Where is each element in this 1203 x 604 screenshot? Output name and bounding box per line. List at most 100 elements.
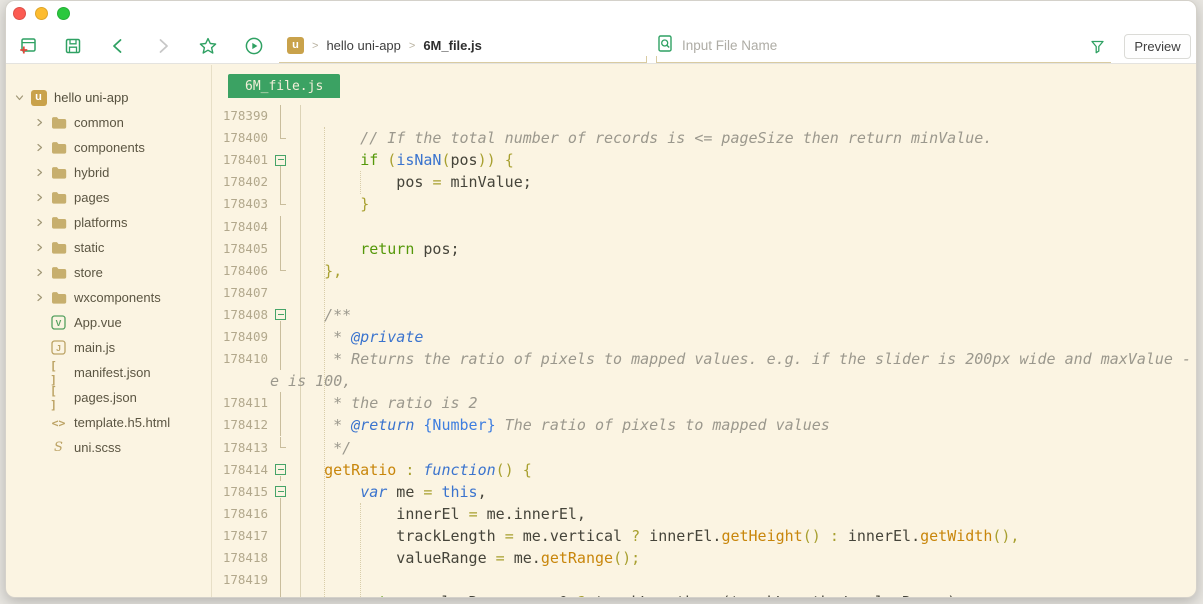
code-token [514,461,523,479]
code-token: valueRange [306,549,496,567]
code-token: innerEl [306,505,469,523]
breadcrumb-separator: > [409,40,415,52]
chevron-right-icon[interactable] [34,243,45,252]
tree-item-store[interactable]: store [6,260,211,285]
new-file-icon[interactable] [18,36,38,56]
chevron-right-icon[interactable] [34,218,45,227]
code-line[interactable]: 178418 valueRange = me.getRange(); [212,547,1196,569]
code-text: valueRange = me.getRange(); [306,547,640,569]
breadcrumb-project[interactable]: hello uni-app [326,38,400,53]
code-token: ( [441,151,450,169]
traffic-lights [13,7,70,20]
code-text: innerEl = me.innerEl, [306,503,586,525]
code-line[interactable]: 178420 return valueRange === 0 ? trackLe… [212,591,1196,597]
chevron-down-icon[interactable] [14,93,25,102]
code-line[interactable]: 178416 innerEl = me.innerEl, [212,503,1196,525]
code-line-wrap[interactable]: e is 100, [212,370,1196,392]
code-token: ( [387,151,396,169]
tree-item-platforms[interactable]: platforms [6,210,211,235]
tree-item-pages-json[interactable]: [ ]pages.json [6,385,211,410]
fold-toggle-icon[interactable] [275,486,286,497]
uniapp-logo-icon[interactable]: u [287,37,304,54]
code-token: { [505,151,514,169]
code-line[interactable]: 178400 // If the total number of records… [212,127,1196,149]
tree-item-hybrid[interactable]: hybrid [6,160,211,185]
code-line[interactable]: 178401 if (isNaN(pos)) { [212,149,1196,171]
code-line[interactable]: 178404 [212,216,1196,238]
tree-item-app-vue[interactable]: VApp.vue [6,310,211,335]
star-icon[interactable] [198,36,218,56]
save-icon[interactable] [63,36,83,56]
run-icon[interactable] [244,36,264,56]
folder-icon [50,266,67,279]
fold-gutter [268,193,300,215]
code-token: return [360,593,414,597]
code-line[interactable]: 178412 * @return {Number} The ratio of p… [212,414,1196,436]
tree-item-uni-scss[interactable]: Suni.scss [6,435,211,460]
folder-icon [50,166,67,179]
zoom-button[interactable] [57,7,70,20]
code-line[interactable]: 178405 return pos; [212,238,1196,260]
tree-item-common[interactable]: common [6,110,211,135]
line-number: 178407 [212,282,268,304]
code-line[interactable]: 178403 } [212,193,1196,215]
tree-item-wxcomponents[interactable]: wxcomponents [6,285,211,310]
line-number: 178415 [212,481,268,503]
code-line[interactable]: 178417 trackLength = me.vertical ? inner… [212,525,1196,547]
tree-item-manifest-json[interactable]: [ ]manifest.json [6,360,211,385]
code-token: * Returns the ratio of pixels to mapped … [333,350,1173,368]
code-text: /** [306,304,351,326]
chevron-right-icon[interactable] [34,268,45,277]
code-line[interactable]: 178413 */ [212,437,1196,459]
breadcrumb-file[interactable]: 6M_file.js [423,38,482,53]
code-line[interactable]: 178411 * the ratio is 2 [212,392,1196,414]
tree-item-main-js[interactable]: Jmain.js [6,335,211,360]
tree-root-hello-uni-app[interactable]: u hello uni-app [6,85,211,110]
tree-item-template-h5-html[interactable]: <>template.h5.html [6,410,211,435]
code-area[interactable]: 178399178400 // If the total number of r… [212,105,1196,597]
chevron-right-icon[interactable] [34,168,45,177]
fold-toggle-icon[interactable] [275,155,286,166]
code-token: getHeight [721,527,802,545]
chevron-right-icon[interactable] [34,193,45,202]
code-line[interactable]: 178410 * Returns the ratio of pixels to … [212,348,1196,370]
chevron-right-icon[interactable] [34,118,45,127]
line-number: 178417 [212,525,268,547]
line-number: 178414 [212,459,268,481]
close-button[interactable] [13,7,26,20]
chevron-right-icon[interactable] [34,143,45,152]
code-token: (); [613,549,640,567]
code-line[interactable]: 178419 [212,569,1196,591]
editor-pane[interactable]: 6M_file.js 178399178400 // If the total … [212,65,1196,597]
code-line[interactable]: 178414 getRatio : function() { [212,459,1196,481]
code-line[interactable]: 178399 [212,105,1196,127]
code-token: () [803,527,821,545]
json-file-icon: [ ] [50,384,67,412]
code-line[interactable]: 178406 }, [212,260,1196,282]
preview-button[interactable]: Preview [1124,34,1191,59]
back-icon[interactable] [108,36,128,56]
fold-toggle-icon[interactable] [275,464,286,475]
code-line[interactable]: 178408 /** [212,304,1196,326]
tree-item-pages[interactable]: pages [6,185,211,210]
forward-icon[interactable] [153,36,173,56]
line-number: 178405 [212,238,268,260]
fold-toggle-icon[interactable] [275,309,286,320]
code-line[interactable]: 178402 pos = minValue; [212,171,1196,193]
scss-file-icon: S [50,440,67,455]
tree-item-static[interactable]: static [6,235,211,260]
code-token: (trackLength / valueRange); [712,593,965,597]
vue-file-icon: V [50,315,67,330]
tab-6m-file-js[interactable]: 6M_file.js [228,74,340,98]
minimize-button[interactable] [35,7,48,20]
search-input[interactable] [682,38,1042,53]
code-token: {Number} [423,416,495,434]
tree-item-components[interactable]: components [6,135,211,160]
toolbar: u > hello uni-app > 6M_file.js Preview [6,28,1196,64]
filter-icon[interactable] [1089,38,1106,55]
chevron-right-icon[interactable] [34,293,45,302]
code-line[interactable]: 178415 var me = this, [212,481,1196,503]
code-line[interactable]: 178409 * @private [212,326,1196,348]
code-line[interactable]: 178407 [212,282,1196,304]
code-token [306,306,324,324]
